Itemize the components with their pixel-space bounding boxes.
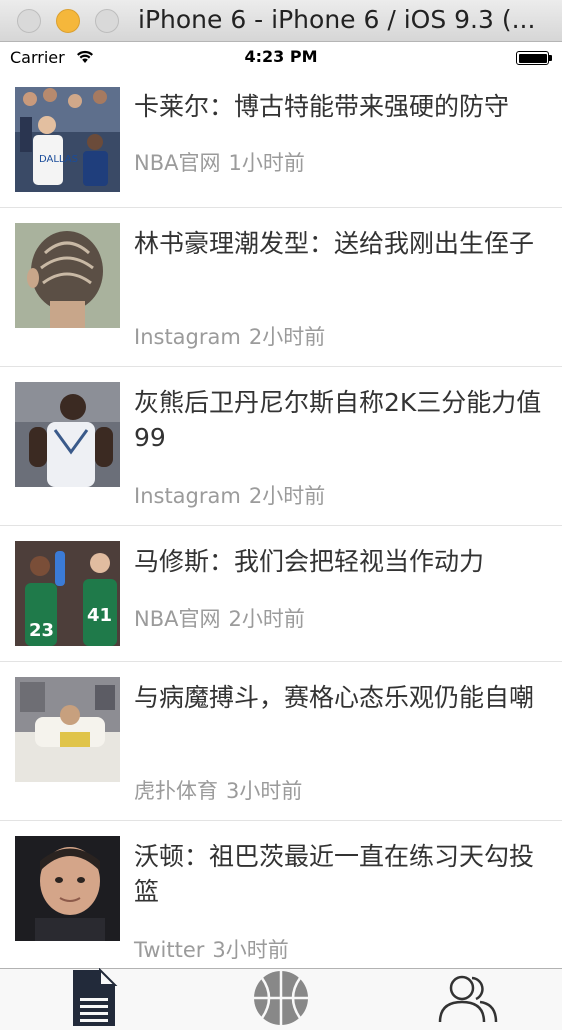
news-thumbnail (15, 382, 120, 487)
news-row[interactable]: 林书豪理潮发型：送给我刚出生侄子 Instagram 2小时前 (0, 208, 562, 367)
news-source: Twitter (134, 938, 205, 962)
news-meta: NBA官网 1小时前 (134, 147, 305, 177)
news-thumbnail: 23 41 (15, 541, 120, 646)
document-icon (70, 967, 118, 1030)
news-time: 2小时前 (248, 325, 326, 349)
news-source: Instagram (134, 484, 241, 508)
news-list[interactable]: DALLAS 卡莱尔：博古特能带来强硬的防守 NBA官网 1小时前 林书豪理潮发型… (0, 71, 562, 968)
news-title: 灰熊后卫丹尼尔斯自称2K三分能力值99 (134, 388, 542, 452)
minimize-window-button[interactable] (56, 8, 80, 33)
news-meta: NBA官网 2小时前 (134, 603, 305, 633)
news-row[interactable]: 灰熊后卫丹尼尔斯自称2K三分能力值99 Instagram 2小时前 (0, 367, 562, 526)
news-meta: 虎扑体育 3小时前 (134, 775, 302, 805)
news-source: Instagram (134, 325, 241, 349)
news-title: 林书豪理潮发型：送给我刚出生侄子 (134, 229, 535, 258)
news-thumbnail (15, 677, 120, 782)
svg-text:DALLAS: DALLAS (39, 154, 78, 165)
news-title: 沃顿：祖巴茨最近一直在练习天勾投篮 (134, 842, 535, 906)
window-title: iPhone 6 - iPhone 6 / iOS 9.3 (... (138, 5, 536, 34)
news-thumbnail (15, 836, 120, 941)
news-title: 与病魔搏斗，赛格心态乐观仍能自嘲 (134, 683, 535, 712)
news-row[interactable]: 沃顿：祖巴茨最近一直在练习天勾投篮 Twitter 3小时前 (0, 821, 562, 968)
close-window-button[interactable] (17, 8, 41, 33)
news-meta: Instagram 2小时前 (134, 480, 325, 510)
status-bar: Carrier 4:23 PM (0, 43, 562, 71)
status-time: 4:23 PM (244, 47, 318, 66)
battery-icon (516, 51, 552, 65)
news-time: 2小时前 (228, 607, 305, 631)
news-source: 虎扑体育 (134, 779, 218, 803)
news-meta: Instagram 2小时前 (134, 321, 325, 351)
news-thumbnail: DALLAS (15, 87, 120, 192)
svg-text:41: 41 (87, 605, 112, 626)
news-row[interactable]: DALLAS 卡莱尔：博古特能带来强硬的防守 NBA官网 1小时前 (0, 71, 562, 208)
tab-profile[interactable] (374, 969, 561, 1030)
window-controls (17, 8, 119, 33)
users-icon (438, 972, 498, 1028)
tab-news[interactable] (0, 967, 187, 1030)
news-source: NBA官网 (134, 151, 221, 175)
zoom-window-button[interactable] (95, 8, 119, 33)
news-time: 1小时前 (228, 151, 305, 175)
tab-bar (0, 967, 562, 1030)
svg-text:23: 23 (29, 620, 54, 641)
news-row[interactable]: 与病魔搏斗，赛格心态乐观仍能自嘲 虎扑体育 3小时前 (0, 662, 562, 821)
news-row[interactable]: 23 41 马修斯：我们会把轻视当作动力 NBA官网 2小时前 (0, 526, 562, 662)
news-title: 马修斯：我们会把轻视当作动力 (134, 547, 485, 576)
news-time: 3小时前 (212, 938, 289, 962)
news-time: 3小时前 (226, 779, 303, 803)
tab-games[interactable] (187, 969, 374, 1030)
news-meta: Twitter 3小时前 (134, 934, 289, 964)
news-time: 2小时前 (248, 484, 326, 508)
news-source: NBA官网 (134, 607, 221, 631)
basketball-icon (252, 969, 310, 1030)
simulator-title-bar: iPhone 6 - iPhone 6 / iOS 9.3 (... (0, 0, 562, 42)
news-thumbnail (15, 223, 120, 328)
news-title: 卡莱尔：博古特能带来强硬的防守 (134, 92, 510, 121)
